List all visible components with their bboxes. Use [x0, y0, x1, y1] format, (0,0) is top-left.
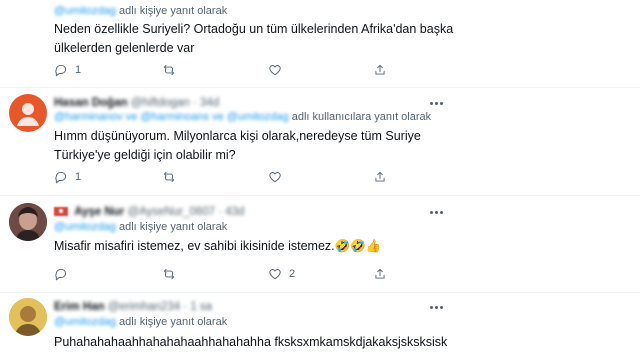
tweet-text-line: Türkiye'ye geldiği için olabilir mi? — [54, 148, 236, 162]
action-bar: 1 — [54, 168, 394, 186]
more-icon[interactable] — [428, 304, 444, 310]
reply-to-suffix: adlı kişiye yanıt olarak — [118, 316, 228, 328]
reply-to-line: @umitozdag adlı kişiye yanıt olarak — [54, 221, 227, 233]
reply-to-mention[interactable]: @umitozdag — [54, 5, 116, 17]
action-bar: 1 — [54, 61, 394, 79]
reply-to-line: @umitozdag adlı kişiye yanıt olarak — [54, 316, 227, 328]
reply-button[interactable]: 1 — [54, 61, 81, 79]
tweet-text: Hımm düşünüyorum. Milyonlarca kişi olara… — [54, 127, 421, 165]
share-button[interactable] — [373, 168, 387, 186]
like-icon — [269, 269, 281, 280]
author-name[interactable]: Erim Han — [54, 301, 105, 313]
reply-to-mention[interactable]: @harminanov ve @harminoans ve @umitozdag — [54, 111, 289, 123]
tweet-text-line: Misafir misafiri istemez, ev sahibi ikis… — [54, 239, 382, 253]
reply-to-line: @umitozdag adlı kişiye yanıt olarak — [54, 5, 227, 17]
tweet-text-line: Puhahahahaahhahahahaahhahahahha fksksxmk… — [54, 335, 448, 349]
retweet-button[interactable] — [162, 168, 176, 186]
reply-count: 1 — [75, 64, 82, 76]
tweet-text-line: Neden özellikle Suriyeli? Ortadoğu un tü… — [54, 22, 454, 36]
like-icon — [269, 65, 281, 76]
retweet-icon — [163, 64, 175, 76]
tweet-text: Misafir misafiri istemez, ev sahibi ikis… — [54, 237, 381, 256]
action-bar: 2 — [54, 265, 394, 283]
retweet-icon — [163, 171, 175, 183]
reply-to-suffix: adlı kişiye yanıt olarak — [118, 5, 228, 17]
reply-to-suffix: adlı kullanıcılara yanıt olarak — [291, 111, 432, 123]
profile-photo-icon — [9, 298, 47, 336]
reply-icon — [55, 171, 67, 184]
author-name[interactable]: Hasan Doğan — [54, 97, 128, 109]
like-count: 2 — [289, 268, 296, 280]
divider — [0, 195, 640, 196]
reply-to-suffix: adlı kişiye yanıt olarak — [118, 221, 228, 233]
profile-photo-icon — [9, 203, 47, 241]
divider — [0, 292, 640, 293]
avatar[interactable] — [9, 298, 47, 336]
tweet-header: Hasan Doğan @hiftdogan · 34d — [54, 97, 219, 109]
share-icon — [375, 268, 385, 279]
like-button[interactable] — [268, 168, 282, 186]
avatar[interactable] — [9, 203, 47, 241]
like-button[interactable] — [268, 61, 282, 79]
share-button[interactable] — [373, 61, 387, 79]
flag-icon — [54, 207, 68, 217]
user-silhouette-icon — [17, 103, 39, 126]
tweet-header: Ayşe Nur @AyseNur_0607 · 43d — [54, 206, 244, 218]
reply-count: 1 — [75, 171, 82, 183]
like-icon — [269, 172, 281, 183]
like-button[interactable]: 2 — [268, 265, 295, 283]
tweet-header: Erim Han @erimhan234 · 1 sa — [54, 301, 212, 313]
tweet-text: Neden özellikle Suriyeli? Ortadoğu un tü… — [54, 20, 453, 58]
author-name[interactable]: Ayşe Nur — [74, 206, 124, 218]
reply-icon — [55, 64, 67, 77]
share-icon — [375, 171, 385, 182]
share-icon — [375, 64, 385, 75]
reply-button[interactable]: 1 — [54, 168, 81, 186]
reply-to-mention[interactable]: @umitozdag — [54, 316, 116, 328]
tweet-text-line: Hımm düşünüyorum. Milyonlarca kişi olara… — [54, 129, 421, 143]
reply-button[interactable] — [54, 265, 68, 283]
retweet-button[interactable] — [162, 265, 176, 283]
retweet-icon — [163, 268, 175, 280]
author-handle[interactable]: @AyseNur_0607 · 43d — [127, 206, 244, 218]
retweet-button[interactable] — [162, 61, 176, 79]
author-handle[interactable]: @erimhan234 · 1 sa — [108, 301, 212, 313]
reply-to-line: @harminanov ve @harminoans ve @umitozdag… — [54, 111, 431, 123]
tweet-text: Puhahahahaahhahahahaahhahahahha fksksxmk… — [54, 333, 447, 352]
avatar[interactable] — [9, 94, 47, 132]
reply-to-mention[interactable]: @umitozdag — [54, 221, 116, 233]
divider — [0, 87, 640, 88]
share-button[interactable] — [373, 265, 387, 283]
more-icon[interactable] — [428, 209, 444, 215]
reply-icon — [55, 268, 67, 281]
tweet-text-line: ülkelerden gelenlerde var — [54, 41, 195, 55]
author-handle[interactable]: @hiftdogan · 34d — [131, 97, 219, 109]
more-icon[interactable] — [428, 100, 444, 106]
